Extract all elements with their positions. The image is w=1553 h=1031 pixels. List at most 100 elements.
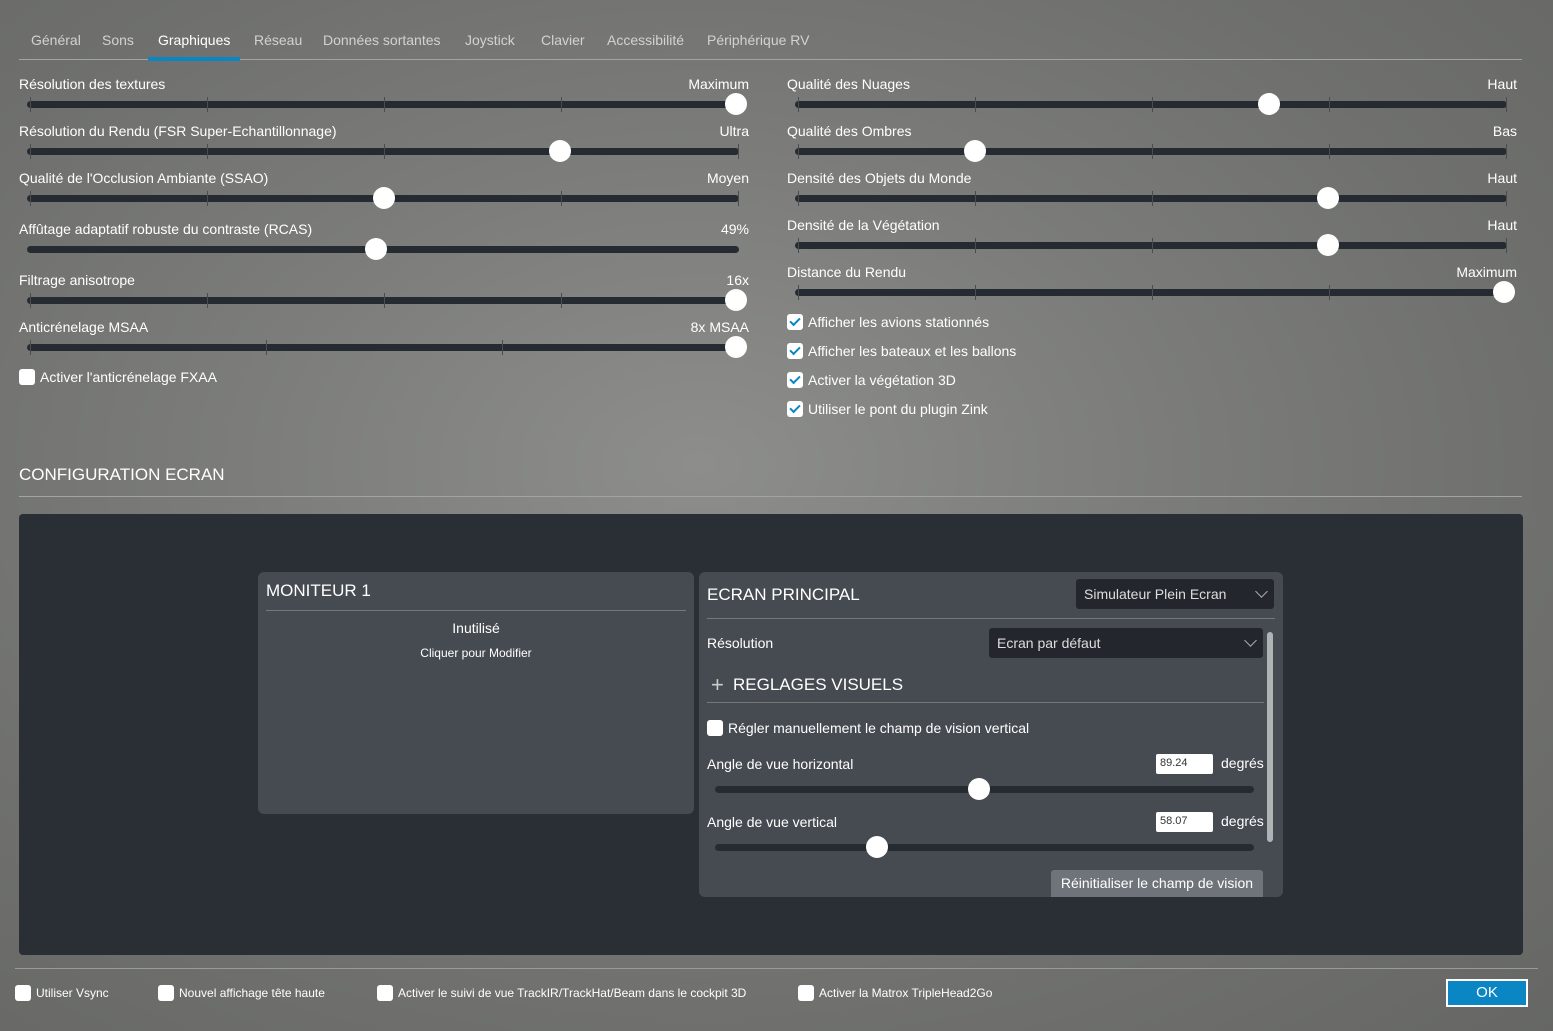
option-checkbox[interactable]: Afficher les bateaux et les ballons bbox=[787, 343, 1016, 359]
slider-tick bbox=[266, 340, 267, 355]
hfov-label: Angle de vue horizontal bbox=[707, 756, 854, 772]
slider-value: Haut bbox=[1487, 217, 1517, 233]
setting-slider[interactable] bbox=[27, 93, 747, 115]
slider-thumb[interactable] bbox=[865, 836, 888, 858]
bottom-checkbox[interactable]: Activer la Matrox TripleHead2Go bbox=[798, 985, 992, 1001]
slider-label: Filtrage anisotrope bbox=[19, 272, 135, 288]
slider-thumb[interactable] bbox=[1493, 281, 1515, 303]
resolution-label: Résolution bbox=[707, 635, 774, 651]
resolution-select[interactable]: Ecran par défaut bbox=[989, 628, 1263, 658]
setting-slider[interactable] bbox=[27, 289, 747, 311]
bottom-checkbox[interactable]: Nouvel affichage tête haute bbox=[158, 985, 325, 1001]
slider-value: Maximum bbox=[688, 76, 749, 92]
tab-3[interactable]: Réseau bbox=[254, 32, 302, 48]
slider-thumb[interactable] bbox=[372, 187, 395, 209]
slider-value: Ultra bbox=[719, 123, 749, 139]
setting-slider[interactable] bbox=[795, 281, 1515, 303]
bottom-checkbox[interactable]: Utiliser Vsync bbox=[15, 985, 109, 1001]
hfov-slider[interactable] bbox=[715, 778, 1254, 800]
checkbox-box bbox=[787, 372, 803, 388]
slider-thumb[interactable] bbox=[725, 289, 747, 311]
tab-6[interactable]: Clavier bbox=[541, 32, 585, 48]
slider-tick bbox=[561, 97, 562, 112]
slider-label: Résolution des textures bbox=[19, 76, 166, 92]
checkbox-box bbox=[158, 985, 174, 1001]
setting-slider[interactable] bbox=[27, 336, 747, 358]
option-checkbox[interactable]: Activer la végétation 3D bbox=[787, 372, 956, 388]
reset-fov-button[interactable]: Réinitialiser le champ de vision bbox=[1051, 870, 1263, 897]
setting-slider[interactable] bbox=[795, 140, 1507, 162]
slider-thumb[interactable] bbox=[968, 778, 991, 800]
option-checkbox[interactable]: Utiliser le pont du plugin Zink bbox=[787, 401, 988, 417]
slider-tick bbox=[384, 144, 385, 159]
slider-tick bbox=[1152, 191, 1153, 206]
visual-settings-title[interactable]: REGLAGES VISUELS bbox=[733, 675, 903, 695]
tab-4[interactable]: Données sortantes bbox=[323, 32, 441, 48]
display-mode-value: Simulateur Plein Ecran bbox=[1084, 586, 1227, 602]
slider-tick bbox=[207, 191, 208, 206]
setting-slider[interactable] bbox=[27, 187, 739, 209]
ok-button[interactable]: OK bbox=[1446, 979, 1528, 1007]
slider-label: Anticrénelage MSAA bbox=[19, 319, 149, 335]
tab-7[interactable]: Accessibilité bbox=[607, 32, 684, 48]
slider-thumb[interactable] bbox=[1316, 187, 1339, 209]
checkbox-label: Afficher les avions stationnés bbox=[808, 314, 990, 330]
setting-slider[interactable] bbox=[795, 234, 1507, 256]
fxaa-checkbox[interactable]: Activer l'anticrénelage FXAA bbox=[19, 369, 217, 385]
slider-thumb[interactable] bbox=[548, 140, 571, 162]
option-checkbox[interactable]: Afficher les avions stationnés bbox=[787, 314, 989, 330]
slider-tick bbox=[798, 285, 799, 300]
hfov-input[interactable]: 89.24 bbox=[1156, 754, 1213, 774]
vfov-slider[interactable] bbox=[715, 836, 1254, 858]
slider-tick bbox=[30, 340, 31, 355]
slider-thumb[interactable] bbox=[725, 336, 747, 358]
chevron-down-icon bbox=[1255, 585, 1268, 598]
tab-8[interactable]: Périphérique RV bbox=[707, 32, 809, 48]
checkbox-box bbox=[15, 985, 31, 1001]
display-mode-select[interactable]: Simulateur Plein Ecran bbox=[1076, 579, 1274, 609]
slider-thumb[interactable] bbox=[365, 238, 388, 260]
monitor-card[interactable]: MONITEUR 1 Inutilisé Cliquer pour Modifi… bbox=[258, 572, 694, 814]
setting-slider[interactable] bbox=[27, 140, 739, 162]
tab-1[interactable]: Sons bbox=[102, 32, 134, 48]
setting-slider[interactable] bbox=[795, 187, 1507, 209]
tab-2[interactable]: Graphiques bbox=[147, 32, 241, 61]
slider-value: Moyen bbox=[706, 170, 749, 186]
slider-tick bbox=[1506, 191, 1507, 206]
checkbox-box bbox=[19, 369, 35, 385]
checkbox-box bbox=[787, 314, 803, 330]
slider-thumb[interactable] bbox=[1316, 234, 1339, 256]
slider-tick bbox=[975, 97, 976, 112]
bottom-checkbox[interactable]: Activer le suivi de vue TrackIR/TrackHat… bbox=[377, 985, 746, 1001]
tab-5[interactable]: Joystick bbox=[465, 32, 515, 48]
vfov-input[interactable]: 58.07 bbox=[1156, 812, 1213, 832]
slider-tick bbox=[207, 144, 208, 159]
slider-tick bbox=[1506, 97, 1507, 112]
slider-thumb[interactable] bbox=[964, 140, 987, 162]
manual-fov-checkbox[interactable]: Régler manuellement le champ de vision v… bbox=[707, 720, 1029, 736]
slider-label: Distance du Rendu bbox=[787, 264, 907, 280]
slider-tick bbox=[1152, 97, 1153, 112]
slider-thumb[interactable] bbox=[725, 93, 747, 115]
slider-tick bbox=[738, 191, 739, 206]
slider-tick bbox=[798, 238, 799, 253]
setting-slider[interactable] bbox=[795, 93, 1507, 115]
checkbox-label: Activer l'anticrénelage FXAA bbox=[40, 369, 217, 385]
monitor-hint[interactable]: Cliquer pour Modifier bbox=[258, 646, 694, 660]
slider-tick bbox=[798, 191, 799, 206]
setting-slider[interactable] bbox=[27, 238, 739, 260]
slider-tick bbox=[384, 293, 385, 308]
slider-thumb[interactable] bbox=[1258, 93, 1281, 115]
expand-plus-icon[interactable]: + bbox=[711, 672, 724, 698]
scrollbar[interactable] bbox=[1267, 632, 1273, 842]
slider-tick bbox=[30, 97, 31, 112]
slider-tick bbox=[798, 144, 799, 159]
slider-value: Maximum bbox=[1456, 264, 1517, 280]
tab-0[interactable]: Général bbox=[31, 32, 81, 48]
hfov-unit: degrés bbox=[1221, 755, 1264, 771]
checkbox-label: Utiliser le pont du plugin Zink bbox=[808, 401, 988, 417]
slider-tick bbox=[1329, 97, 1330, 112]
slider-tick bbox=[1152, 144, 1153, 159]
section-title: CONFIGURATION ECRAN bbox=[19, 465, 1522, 497]
monitor-title: MONITEUR 1 bbox=[266, 581, 371, 600]
